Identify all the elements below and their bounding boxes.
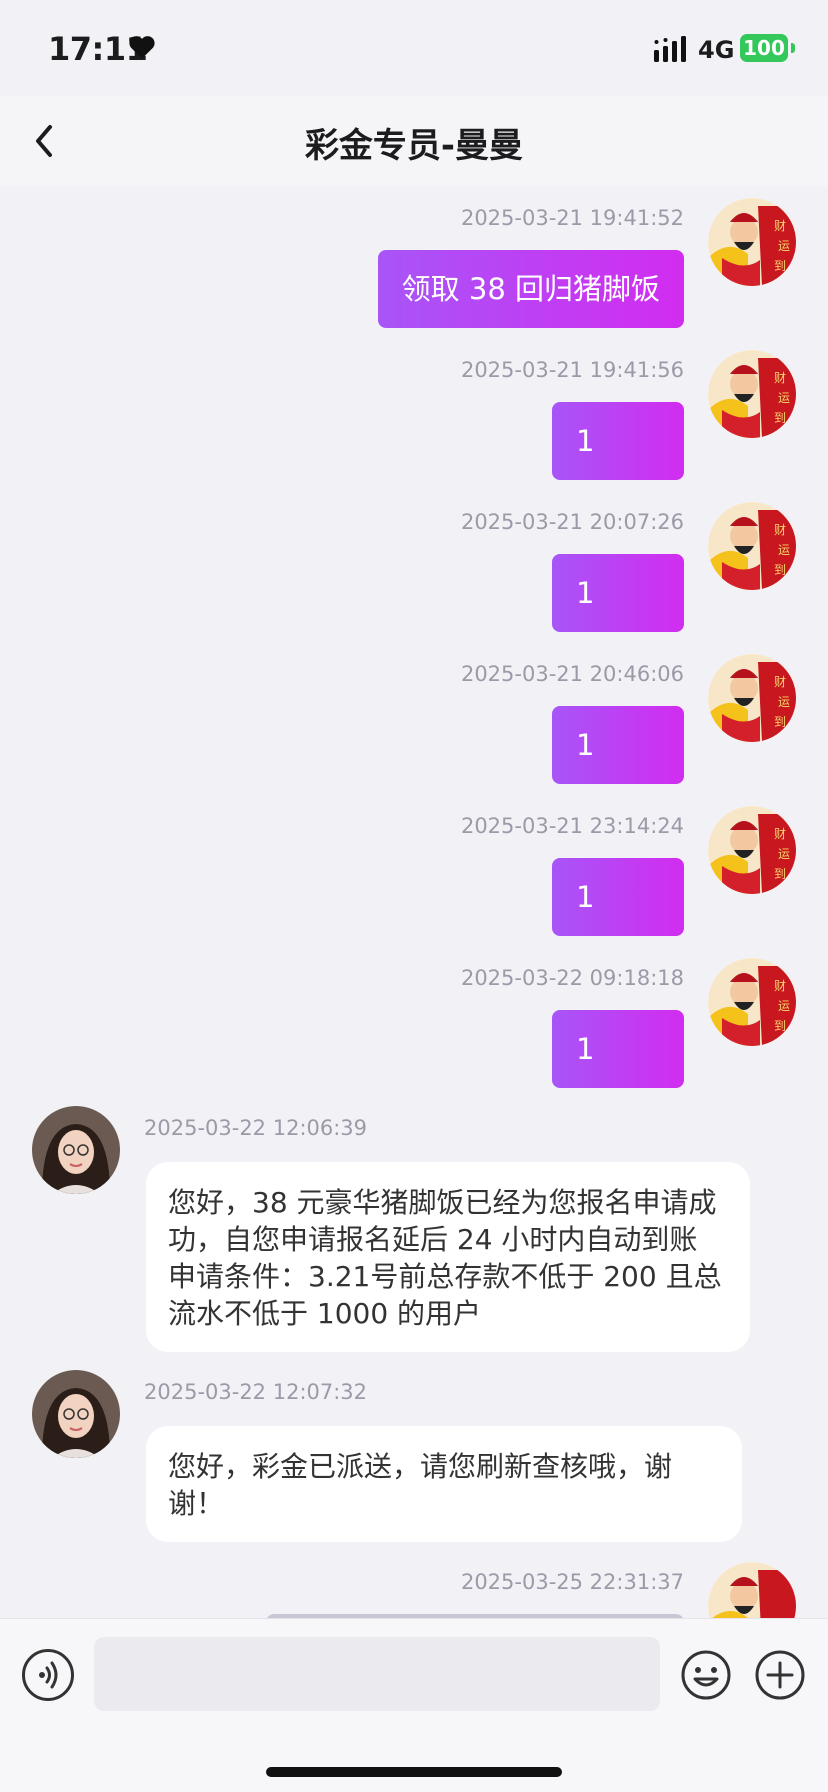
battery-icon: 100 (740, 34, 788, 62)
message-timestamp: 2025-03-22 12:06:39 (144, 1116, 368, 1140)
avatar[interactable]: 财 运 到 (708, 350, 796, 438)
svg-text:到: 到 (774, 1019, 786, 1033)
svg-text:财: 财 (774, 371, 786, 385)
svg-text:到: 到 (774, 563, 786, 577)
message-bubble[interactable]: 1 (552, 554, 684, 632)
message-timestamp: 2025-03-21 20:46:06 (460, 662, 684, 686)
network-type: 4G (698, 36, 735, 64)
message-timestamp: 2025-03-22 09:18:18 (460, 966, 684, 990)
svg-text:到: 到 (774, 715, 786, 729)
svg-text:财: 财 (774, 827, 786, 841)
svg-text:运: 运 (778, 695, 790, 709)
message-timestamp: 2025-03-21 19:41:52 (460, 206, 684, 230)
avatar[interactable]: 财 运 到 (708, 958, 796, 1046)
plus-icon (755, 1650, 805, 1700)
avatar[interactable] (708, 1562, 796, 1618)
caishen-avatar-icon (708, 1562, 796, 1618)
message-bubble[interactable]: 领取 38 回归猪脚饭 (377, 250, 684, 328)
avatar[interactable]: 财 运 到 (708, 502, 796, 590)
more-button[interactable] (754, 1649, 806, 1701)
svg-text:到: 到 (774, 867, 786, 881)
svg-text:到: 到 (774, 259, 786, 273)
caishen-avatar-icon: 财 运 到 (708, 958, 796, 1046)
home-indicator[interactable] (266, 1767, 562, 1777)
message-bubble[interactable]: 1 (552, 1010, 684, 1088)
caishen-avatar-icon: 财 运 到 (708, 654, 796, 742)
avatar[interactable]: 财 运 到 (708, 198, 796, 286)
heart-icon (129, 36, 155, 59)
caishen-avatar-icon: 财 运 到 (708, 806, 796, 894)
agent-avatar-icon (32, 1106, 120, 1194)
svg-text:运: 运 (778, 543, 790, 557)
agent-avatar-icon (32, 1370, 120, 1458)
message-bubble[interactable]: 1 (552, 706, 684, 784)
message-timestamp: 2025-03-21 20:07:26 (460, 510, 684, 534)
svg-text:运: 运 (778, 239, 790, 253)
battery-tip (791, 43, 795, 53)
avatar[interactable] (32, 1370, 120, 1458)
voice-button[interactable] (22, 1649, 74, 1701)
svg-text:到: 到 (774, 411, 786, 425)
caishen-avatar-icon: 财 运 到 (708, 502, 796, 590)
svg-text:运: 运 (778, 391, 790, 405)
svg-text:财: 财 (774, 675, 786, 689)
svg-text:财: 财 (774, 979, 786, 993)
caishen-avatar-icon: 财 运 到 (708, 198, 796, 286)
message-timestamp: 2025-03-21 19:41:56 (460, 358, 684, 382)
chat-message-list[interactable]: 2025-03-21 19:41:52 领取 38 回归猪脚饭 财 运 到 20… (0, 186, 828, 1618)
input-bar (0, 1618, 828, 1792)
avatar[interactable]: 财 运 到 (708, 806, 796, 894)
message-bubble[interactable]: 您好，38 元豪华猪脚饭已经为您报名申请成功，自您申请报名延后 24 小时内自动… (146, 1162, 750, 1352)
svg-text:运: 运 (778, 999, 790, 1013)
message-timestamp: 2025-03-22 12:07:32 (144, 1380, 368, 1404)
emoji-button[interactable] (680, 1649, 732, 1701)
message-timestamp: 2025-03-21 23:14:24 (460, 814, 684, 838)
status-bar: 17:11 4G 100 (0, 0, 828, 96)
page-title: 彩金专员-曼曼 (304, 126, 524, 166)
avatar[interactable] (32, 1106, 120, 1194)
caishen-avatar-icon: 财 运 到 (708, 350, 796, 438)
message-timestamp: 2025-03-25 22:31:37 (460, 1570, 684, 1594)
signal-icon (654, 36, 686, 62)
message-bubble[interactable]: 您好，彩金已派送，请您刷新查核哦，谢谢！ (146, 1426, 742, 1542)
message-bubble[interactable]: 1 (552, 858, 684, 936)
emoji-icon (681, 1650, 731, 1700)
svg-text:运: 运 (778, 847, 790, 861)
avatar[interactable]: 财 运 到 (708, 654, 796, 742)
nav-bar: 彩金专员-曼曼 (0, 96, 828, 186)
message-input[interactable] (94, 1637, 660, 1711)
svg-text:财: 财 (774, 219, 786, 233)
voice-icon (39, 1661, 58, 1689)
svg-text:财: 财 (774, 523, 786, 537)
message-bubble[interactable]: 1 (552, 402, 684, 480)
